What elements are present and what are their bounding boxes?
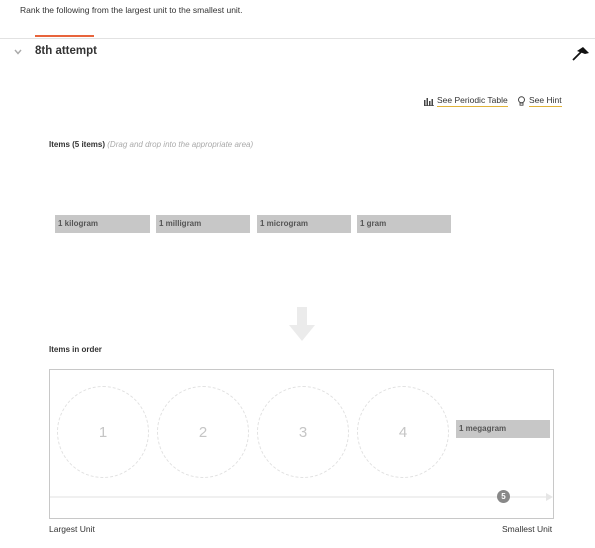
placed-item[interactable]: 1 megagram [456,420,550,438]
smallest-unit-label: Smallest Unit [502,524,553,534]
largest-unit-label: Largest Unit [49,524,95,534]
down-arrow-icon [289,307,315,341]
attempt-title[interactable]: 8th attempt [35,45,97,57]
order-section-title: Items in order [49,345,102,354]
items-instruction: (Drag and drop into the appropriate area… [107,140,254,149]
draggable-item[interactable]: 1 kilogram [55,215,150,233]
items-count-label: Items (5 items) [49,140,106,149]
draggable-item[interactable]: 1 gram [357,215,451,233]
arrow-right-icon [50,493,553,501]
lightbulb-icon [518,96,525,106]
active-tab-indicator [35,35,94,37]
drop-slot[interactable]: 3 [257,386,349,478]
periodic-table-label: See Periodic Table [437,95,508,107]
draggable-item[interactable]: 1 milligram [156,215,250,233]
chevron-down-icon[interactable] [13,47,23,57]
header-divider [0,38,595,39]
position-badge: 5 [497,490,510,503]
see-periodic-table-link[interactable]: See Periodic Table [424,95,508,107]
items-section-title: Items (5 items) (Drag and drop into the … [49,140,253,149]
see-hint-link[interactable]: See Hint [517,95,562,107]
draggable-item[interactable]: 1 microgram [257,215,351,233]
drop-slot[interactable]: 4 [357,386,449,478]
drop-slot[interactable]: 1 [57,386,149,478]
flag-icon[interactable] [571,45,591,63]
question-text: Rank the following from the largest unit… [20,5,243,15]
periodic-table-icon [424,97,434,106]
hint-label: See Hint [529,95,562,107]
drop-slot[interactable]: 2 [157,386,249,478]
